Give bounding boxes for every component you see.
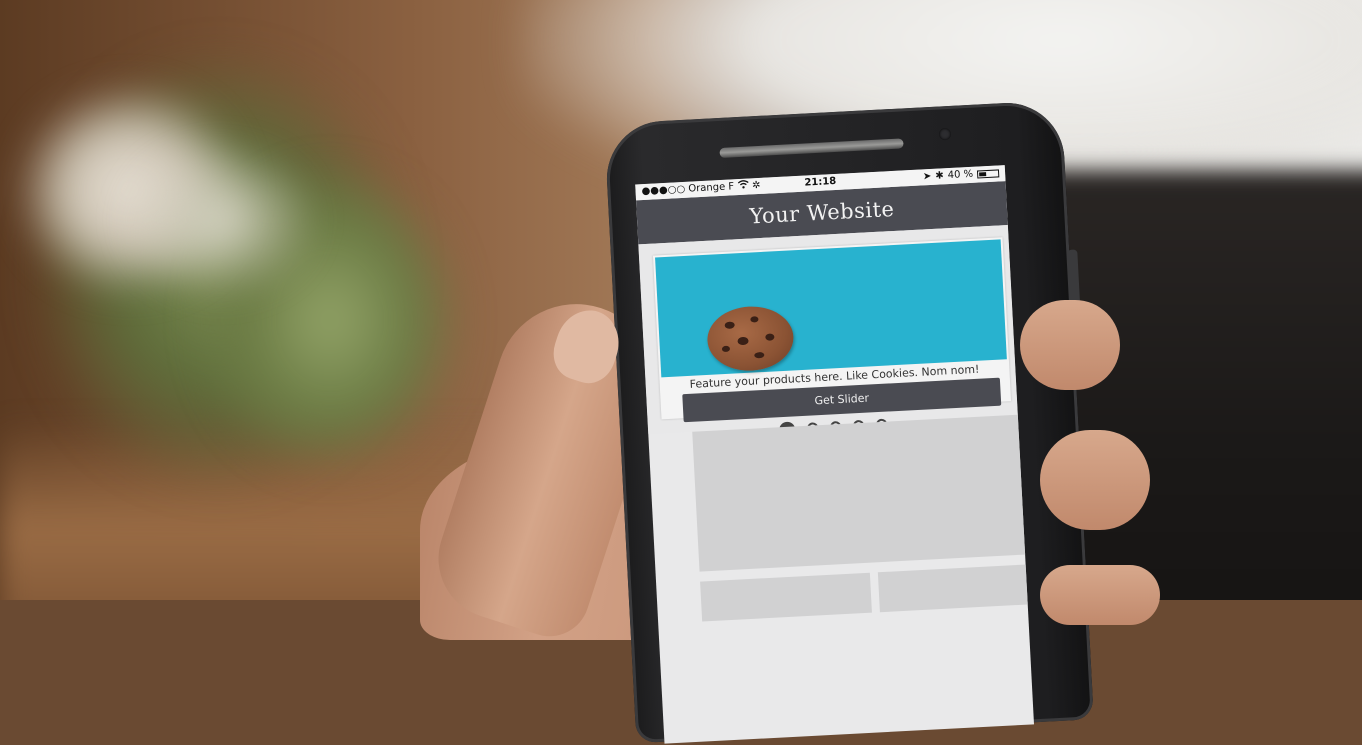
wifi-icon [737, 178, 750, 195]
loading-spinner-icon: ✲ [751, 179, 761, 192]
content-placeholder-left [700, 572, 872, 622]
location-arrow-icon: ➤ [922, 170, 932, 183]
cookie-chip [765, 333, 775, 341]
battery-fill [979, 172, 987, 177]
status-time: 21:18 [804, 175, 837, 189]
content-placeholder-block [692, 414, 1035, 572]
hand-finger-ring [1040, 565, 1160, 625]
slide-card[interactable]: Feature your products here. Like Cookies… [652, 237, 1012, 423]
hand-finger-middle [1040, 430, 1150, 530]
slide-image [655, 239, 1007, 378]
cookie-chip [724, 321, 735, 329]
cookie-chip [737, 336, 749, 346]
cookie-chip [754, 351, 765, 359]
battery-percent: 40 % [947, 168, 974, 182]
phone-screen: ●●●○○ Orange F ✲ 21:18 ➤ ✱ 40 % Your Web… [635, 165, 1035, 744]
front-camera [938, 127, 952, 141]
content-placeholder-right [877, 563, 1035, 613]
hand-finger-index [1020, 300, 1120, 390]
bluetooth-icon: ✱ [935, 170, 945, 182]
cookie-chip [721, 345, 731, 353]
cookie-image [705, 304, 796, 373]
smartphone: ●●●○○ Orange F ✲ 21:18 ➤ ✱ 40 % Your Web… [604, 100, 1094, 744]
earpiece-speaker [719, 138, 904, 158]
battery-icon [976, 169, 1000, 179]
cookie-chip [750, 316, 759, 323]
site-title[interactable]: Your Website [749, 197, 895, 229]
background-flowers-2 [120, 140, 320, 300]
product-slider[interactable]: Feature your products here. Like Cookies… [638, 225, 1035, 438]
